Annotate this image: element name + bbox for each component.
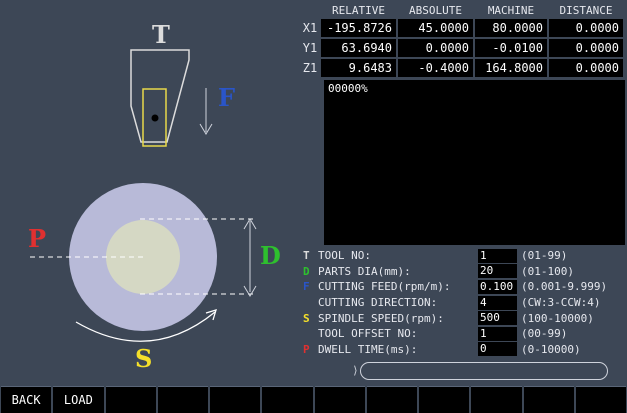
y1-absolute: 0.0000 (398, 39, 473, 57)
parameter-table: T TOOL NO: 1 (01-99) D PARTS DIA(mm): 20… (303, 248, 625, 357)
axis-label-y1: Y1 (302, 41, 318, 55)
coordinate-row-x1: X1 -195.8726 45.0000 80.0000 0.0000 (299, 18, 625, 38)
header-distance: DISTANCE (559, 4, 613, 17)
x1-absolute: 45.0000 (398, 19, 473, 37)
tool-offset-input[interactable]: 1 (478, 326, 517, 341)
z1-distance: 0.0000 (549, 59, 623, 77)
param-row-tool-no: T TOOL NO: 1 (01-99) (303, 248, 625, 264)
param-row-cutting-feed: F CUTTING FEED(rpm/m): 0.100 (0.001-9.99… (303, 279, 625, 295)
y1-distance: 0.0000 (549, 39, 623, 57)
position-label: P (28, 224, 47, 253)
param-range-cutting-direction: (CW:3-CCW:4) (521, 296, 601, 310)
param-row-tool-offset: TOOL OFFSET NO: 1 (00-99) (303, 326, 625, 342)
load-softkey[interactable]: LOAD (53, 386, 104, 413)
coordinate-table: RELATIVE ABSOLUTE MACHINE DISTANCE X1 -1… (299, 3, 625, 78)
param-row-dwell-time: P DWELL TIME(ms): 0 (0-10000) (303, 342, 625, 358)
diagram-graphic (30, 49, 257, 342)
param-letter-f: F (303, 280, 310, 294)
param-label-spindle-speed: SPINDLE SPEED(rpm): (318, 311, 444, 325)
param-letter-t: T (303, 249, 310, 263)
softkey-7[interactable] (314, 386, 365, 413)
param-letter-s: S (303, 311, 310, 325)
param-range-parts-dia: (01-100) (521, 264, 574, 278)
y1-machine: -0.0100 (475, 39, 547, 57)
program-message-text: 00000% (328, 82, 368, 95)
softkey-bar: BACK LOAD (0, 386, 627, 413)
axis-label-x1: X1 (302, 21, 318, 35)
param-range-tool-offset: (00-99) (521, 327, 568, 341)
z1-machine: 164.8000 (475, 59, 547, 77)
axis-label-z1: Z1 (302, 61, 318, 75)
param-range-cutting-feed: (0.001-9.999) (521, 280, 608, 294)
tool-no-input[interactable]: 1 (478, 248, 517, 263)
softkey-4[interactable] (157, 386, 208, 413)
param-range-tool-no: (01-99) (521, 249, 568, 263)
x1-distance: 0.0000 (549, 19, 623, 37)
tool-center-dot (151, 114, 159, 122)
param-label-parts-dia: PARTS DIA(mm): (318, 264, 411, 278)
softkey-3[interactable] (105, 386, 156, 413)
header-relative: RELATIVE (332, 4, 385, 17)
feed-label: F (218, 83, 236, 112)
tool-holder-shape (130, 49, 190, 143)
x1-relative: -195.8726 (321, 19, 396, 37)
param-row-parts-dia: D PARTS DIA(mm): 20 (01-100) (303, 264, 625, 280)
machining-diagram: T F P D S (0, 0, 300, 385)
param-label-tool-no: TOOL NO: (318, 249, 371, 263)
back-softkey[interactable]: BACK (1, 386, 52, 413)
param-letter-p: P (303, 342, 310, 356)
page-scroll-track[interactable] (360, 362, 608, 380)
param-label-dwell-time: DWELL TIME(ms): (318, 342, 418, 356)
z1-absolute: -0.4000 (398, 59, 473, 77)
dwell-time-input[interactable]: 0 (478, 342, 517, 357)
softkey-10[interactable] (471, 386, 522, 413)
softkey-5[interactable] (210, 386, 261, 413)
param-range-spindle-speed: (100-10000) (521, 311, 594, 325)
param-range-dwell-time: (0-10000) (521, 342, 581, 356)
diameter-label: D (260, 241, 281, 270)
cutting-direction-input[interactable]: 4 (478, 295, 517, 310)
softkey-9[interactable] (419, 386, 470, 413)
param-label-tool-offset: TOOL OFFSET NO: (318, 327, 418, 341)
param-label-cutting-direction: CUTTING DIRECTION: (318, 296, 438, 310)
program-message-area[interactable]: 00000% (324, 80, 625, 245)
tool-label: T (152, 20, 170, 49)
z1-relative: 9.6483 (321, 59, 396, 77)
coordinate-header-row: RELATIVE ABSOLUTE MACHINE DISTANCE (299, 3, 625, 18)
header-machine: MACHINE (487, 4, 535, 17)
param-label-cutting-feed: CUTTING FEED(rpm/m): (318, 280, 451, 294)
param-row-cutting-direction: CUTTING DIRECTION: 4 (CW:3-CCW:4) (303, 295, 625, 311)
param-row-spindle-speed: S SPINDLE SPEED(rpm): 500 (100-10000) (303, 310, 625, 326)
spindle-speed-input[interactable]: 500 (478, 311, 517, 326)
param-letter-d: D (303, 264, 310, 278)
parts-dia-input[interactable]: 20 (478, 264, 517, 279)
header-absolute: ABSOLUTE (409, 4, 462, 17)
cutting-feed-input[interactable]: 0.100 (478, 279, 517, 294)
softkey-12[interactable] (575, 386, 626, 413)
softkey-11[interactable] (523, 386, 574, 413)
coordinate-row-y1: Y1 63.6940 0.0000 -0.0100 0.0000 (299, 38, 625, 58)
coordinate-row-z1: Z1 9.6483 -0.4000 164.8000 0.0000 (299, 58, 625, 78)
x1-machine: 80.0000 (475, 19, 547, 37)
spindle-label: S (135, 344, 153, 373)
softkey-6[interactable] (262, 386, 313, 413)
y1-relative: 63.6940 (321, 39, 396, 57)
chevron-right-icon: ⟩ (352, 364, 359, 377)
softkey-8[interactable] (366, 386, 417, 413)
